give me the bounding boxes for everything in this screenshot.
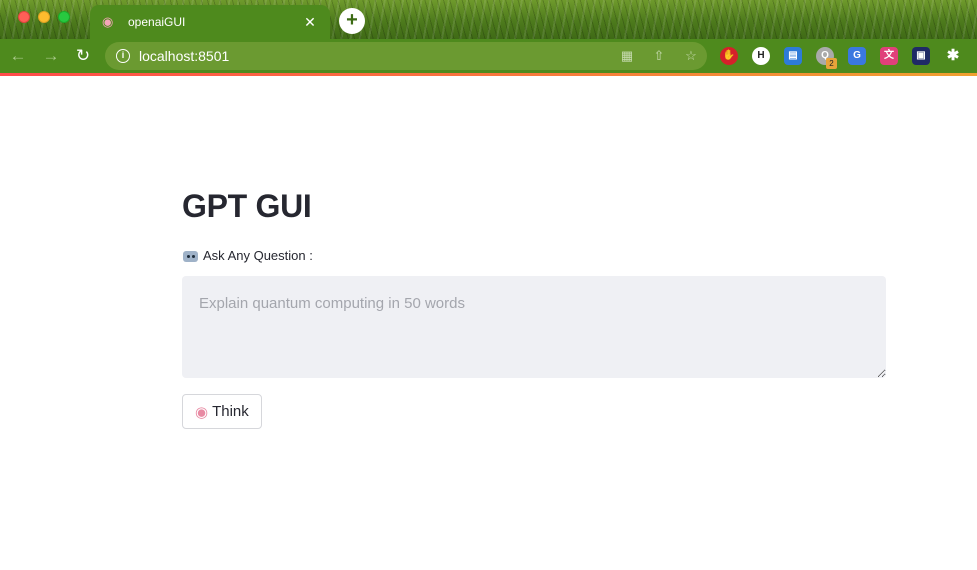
brain-icon: ◉ <box>195 403 209 421</box>
browser-toolbar: ← → ↻ i localhost:8501 ▦ ⇧ ☆ ✋ H ▤ Q 2 G… <box>0 39 977 73</box>
think-button-label: Think <box>212 403 249 420</box>
think-button[interactable]: ◉ Think <box>182 394 262 429</box>
document-extension-icon[interactable]: ▤ <box>784 47 802 65</box>
close-window-button[interactable] <box>18 11 30 23</box>
new-tab-button[interactable]: + <box>339 8 365 34</box>
minimize-window-button[interactable] <box>38 11 50 23</box>
page-title: GPT GUI <box>182 188 312 224</box>
info-icon[interactable]: i <box>116 49 130 63</box>
cube-extension-icon[interactable]: ▣ <box>912 47 930 65</box>
close-tab-button[interactable]: ✕ <box>302 14 318 31</box>
extension-badge: 2 <box>826 58 837 69</box>
tab-title: openaiGUI <box>128 15 186 29</box>
maximize-window-button[interactable] <box>58 11 70 23</box>
share-icon[interactable]: ⇧ <box>643 48 675 64</box>
privacy-extension-icon[interactable]: H <box>752 47 770 65</box>
reload-icon[interactable]: ↻ <box>72 45 94 67</box>
robot-icon <box>182 248 199 263</box>
google-translate-extension-icon[interactable]: G <box>848 47 866 65</box>
url-text[interactable]: localhost:8501 <box>139 48 611 64</box>
browser-tab-strip: ◉ openaiGUI ✕ + <box>0 0 977 39</box>
adblock-extension-icon[interactable]: ✋ <box>720 47 738 65</box>
forward-arrow-icon[interactable]: → <box>40 45 62 67</box>
address-bar[interactable]: i localhost:8501 ▦ ⇧ ☆ <box>105 42 707 70</box>
translator-extension-icon[interactable]: 文 <box>880 47 898 65</box>
translate-icon[interactable]: ▦ <box>611 48 643 64</box>
back-arrow-icon[interactable]: ← <box>7 45 29 67</box>
browser-tab[interactable]: ◉ openaiGUI ✕ <box>90 5 330 39</box>
bookmark-star-icon[interactable]: ☆ <box>675 48 707 64</box>
question-label-text: Ask Any Question : <box>203 248 313 263</box>
app-decoration-bar <box>0 73 977 76</box>
question-textarea[interactable] <box>182 276 886 378</box>
brain-icon: ◉ <box>102 14 114 29</box>
question-label: Ask Any Question : <box>182 248 313 263</box>
extensions-puzzle-icon[interactable]: ✱ <box>944 47 962 65</box>
